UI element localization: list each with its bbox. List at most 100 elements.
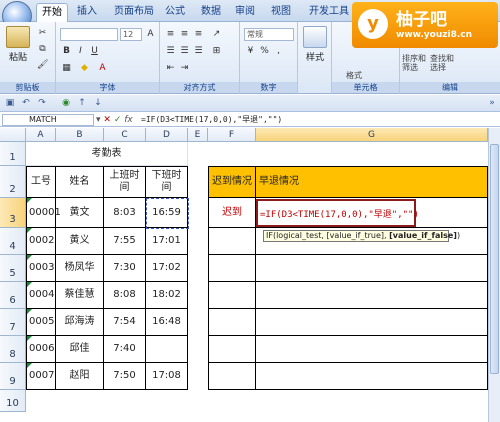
cell-clock-in[interactable]: 7:55 (104, 228, 146, 255)
col-header-f[interactable]: F (208, 128, 256, 142)
sort-desc-icon[interactable]: ↓ (92, 97, 104, 109)
cell-late-status[interactable] (208, 363, 256, 390)
tab-home[interactable]: 开始 (36, 3, 68, 22)
col-header-g[interactable]: G (256, 128, 488, 142)
col-header-d[interactable]: D (146, 128, 188, 142)
tab-review[interactable]: 审阅 (230, 3, 260, 22)
cell-late-status[interactable] (208, 336, 256, 363)
select-all-corner[interactable] (0, 128, 26, 142)
cell-early-status[interactable] (256, 336, 488, 363)
col-header-b[interactable]: B (56, 128, 104, 142)
active-cell-g3[interactable]: =IF(D3<TIME(17,0,0),"早退","") (256, 199, 419, 227)
number-format-combo[interactable]: 常规 (244, 28, 294, 41)
cell-late-status[interactable] (208, 228, 256, 255)
cell-early-status[interactable] (256, 363, 488, 390)
cell-clock-out[interactable] (146, 336, 188, 363)
cell-name[interactable]: 黄义 (56, 228, 104, 255)
find-select-button[interactable]: 查找和 选择 (430, 54, 454, 72)
styles-button[interactable]: 样式 (302, 26, 328, 63)
redo-icon[interactable]: ↷ (36, 97, 48, 109)
cell-clock-out[interactable]: 17:08 (146, 363, 188, 390)
align-center-icon[interactable]: ☰ (178, 45, 191, 58)
align-top-icon[interactable]: ≡ (164, 28, 177, 41)
cell-name[interactable]: 邱海涛 (56, 309, 104, 336)
format-label[interactable]: 格式 (346, 70, 362, 81)
col-header-c[interactable]: C (104, 128, 146, 142)
sort-asc-icon[interactable]: ↑ (76, 97, 88, 109)
grow-font-icon[interactable]: A (144, 28, 157, 41)
align-left-icon[interactable]: ☰ (164, 45, 177, 58)
sheet-title[interactable]: 考勤表 (26, 142, 188, 166)
ribbon-collapse-icon[interactable]: » (486, 97, 498, 109)
cell-clock-in[interactable]: 8:03 (104, 198, 146, 228)
formula-input[interactable]: =IF(D3<TIME(17,0,0),"早退","") (141, 113, 282, 127)
print-preview-icon[interactable]: ◉ (60, 97, 72, 109)
underline-icon[interactable]: U (88, 45, 101, 58)
row-header-2[interactable]: 2 (0, 166, 26, 198)
tab-developer[interactable]: 开发工具 (304, 3, 354, 22)
currency-icon[interactable]: ¥ (244, 45, 257, 58)
cell-g3-edit-text[interactable]: =IF(D3<TIME(17,0,0),"早退","") (260, 207, 419, 220)
header-clock-out[interactable]: 下班时 间 (146, 166, 188, 198)
percent-icon[interactable]: % (258, 45, 271, 58)
cell-late-status[interactable] (208, 309, 256, 336)
cell-clock-out[interactable]: 17:01 (146, 228, 188, 255)
cell-clock-out[interactable]: 18:02 (146, 282, 188, 309)
font-name-combo[interactable] (60, 28, 118, 41)
header-name[interactable]: 姓名 (56, 166, 104, 198)
header-id[interactable]: 工号 (26, 166, 56, 198)
cell-clock-in[interactable]: 7:30 (104, 255, 146, 282)
cell-clock-in[interactable]: 8:08 (104, 282, 146, 309)
row-header-3[interactable]: 3 (0, 198, 26, 228)
row-header-5[interactable]: 5 (0, 255, 26, 282)
fill-color-icon[interactable]: ◆ (78, 62, 91, 75)
cancel-icon[interactable]: ✕ (103, 115, 111, 125)
cell-id[interactable]: 0002 (26, 228, 56, 255)
header-clock-in[interactable]: 上班时 间 (104, 166, 146, 198)
cell-early-status[interactable] (256, 282, 488, 309)
orientation-icon[interactable]: ↗ (210, 28, 223, 41)
cell-id[interactable]: 0004 (26, 282, 56, 309)
header-early-leave[interactable]: 早退情况 (256, 166, 488, 198)
save-icon[interactable]: ▣ (4, 97, 16, 109)
tab-page-layout[interactable]: 页面布局 (108, 3, 160, 22)
sort-filter-button[interactable]: 排序和 筛选 (402, 54, 426, 72)
align-bottom-icon[interactable]: ≡ (192, 28, 205, 41)
row-header-10[interactable]: 10 (0, 390, 26, 412)
cell-early-status[interactable] (256, 255, 488, 282)
merge-center-icon[interactable]: ⊞ (210, 45, 223, 58)
row-header-7[interactable]: 7 (0, 309, 26, 336)
paste-button[interactable]: 粘贴 (4, 26, 32, 63)
cell-name[interactable]: 邱佳 (56, 336, 104, 363)
cell-early-status[interactable] (256, 309, 488, 336)
cell-name[interactable]: 蔡佳慧 (56, 282, 104, 309)
col-header-a[interactable]: A (26, 128, 56, 142)
cell-name[interactable]: 黄文 (56, 198, 104, 228)
tab-insert[interactable]: 插入 (72, 3, 102, 22)
row-header-4[interactable]: 4 (0, 228, 26, 255)
tab-view[interactable]: 视图 (266, 3, 296, 22)
name-box[interactable]: MATCH (2, 114, 94, 126)
row-header-6[interactable]: 6 (0, 282, 26, 309)
cell-late-status[interactable]: 迟到 (208, 198, 256, 228)
col-header-e[interactable]: E (188, 128, 208, 142)
cell-clock-in[interactable]: 7:50 (104, 363, 146, 390)
align-right-icon[interactable]: ☰ (192, 45, 205, 58)
insert-function-icon[interactable]: fx (124, 115, 133, 125)
cell-id[interactable]: 0005 (26, 309, 56, 336)
cell-name[interactable]: 杨凤华 (56, 255, 104, 282)
tab-data[interactable]: 数据 (196, 3, 226, 22)
cell-clock-in[interactable]: 7:54 (104, 309, 146, 336)
cell-late-status[interactable] (208, 255, 256, 282)
cut-icon[interactable]: ✂ (36, 27, 49, 40)
row-header-8[interactable]: 8 (0, 336, 26, 363)
header-late[interactable]: 迟到情况 (208, 166, 256, 198)
italic-icon[interactable]: I (74, 45, 87, 58)
border-icon[interactable]: ▦ (60, 62, 73, 75)
row-header-1[interactable]: 1 (0, 142, 26, 166)
comma-icon[interactable]: , (272, 45, 285, 58)
cell-clock-out[interactable]: 16:48 (146, 309, 188, 336)
cell-id[interactable]: 0003 (26, 255, 56, 282)
font-color-icon[interactable]: A (96, 62, 109, 75)
align-middle-icon[interactable]: ≡ (178, 28, 191, 41)
